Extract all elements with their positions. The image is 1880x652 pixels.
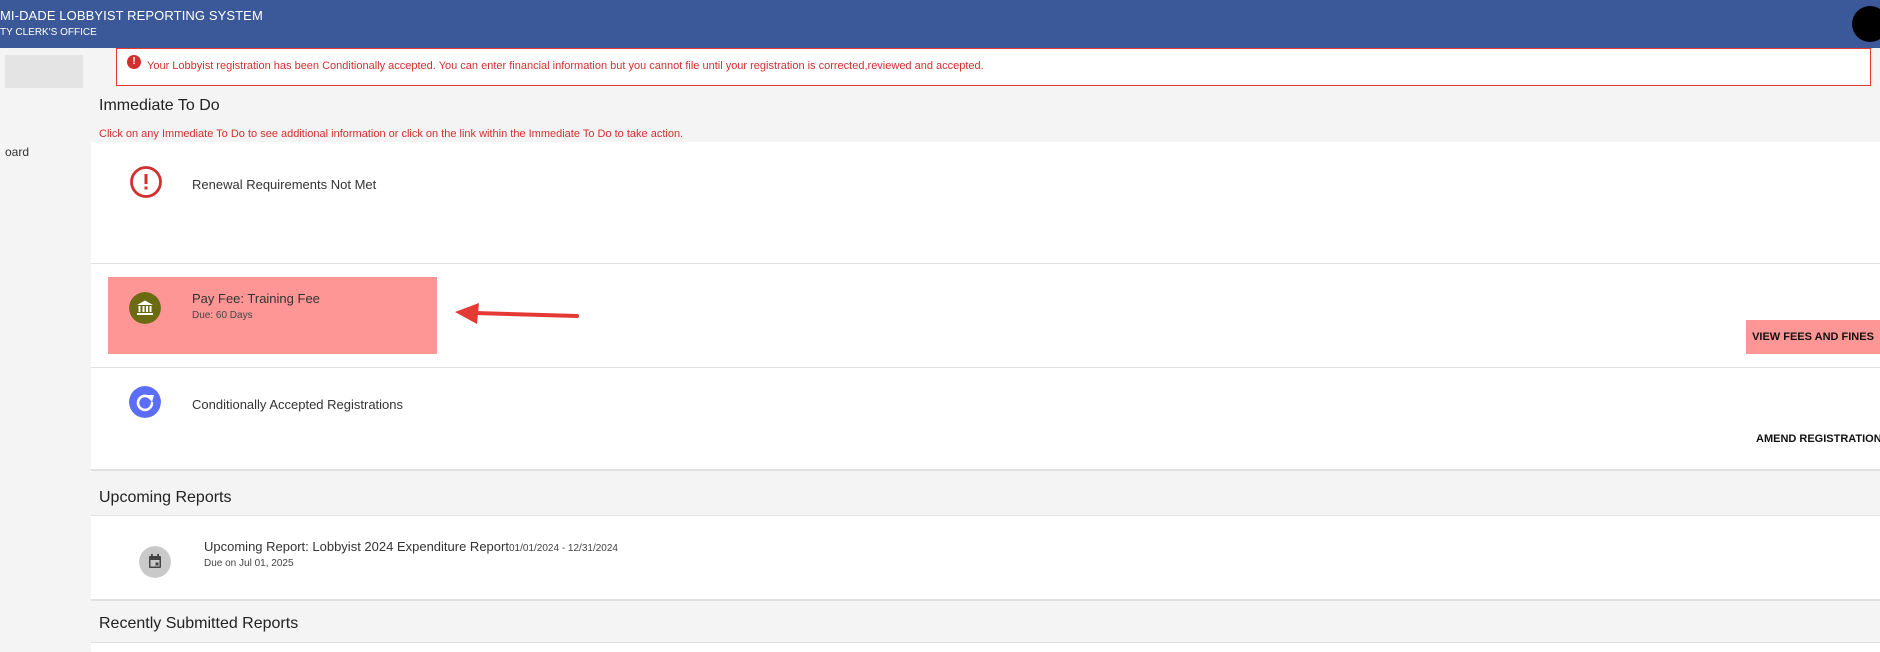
upcoming-reports-heading: Upcoming Reports [99, 489, 232, 506]
sidebar: oard [5, 48, 91, 652]
calendar-icon [139, 546, 171, 578]
view-fees-and-fines-button[interactable]: VIEW FEES AND FINES [1746, 320, 1880, 354]
app-header: MI-DADE LOBBYIST REPORTING SYSTEM TY CLE… [0, 0, 1880, 48]
redo-arrow-icon [129, 386, 161, 418]
upcoming-report-due: Due on Jul 01, 2025 [204, 558, 294, 569]
todo-item-title: Conditionally Accepted Registrations [192, 397, 404, 412]
warning-circle-icon [130, 166, 162, 198]
upcoming-report-title: Upcoming Report: Lobbyist 2024 Expenditu… [204, 539, 509, 554]
annotation-arrow-icon [455, 303, 579, 324]
registration-alert: ! Your Lobbyist registration has been Co… [116, 48, 1871, 86]
alert-text: Your Lobbyist registration has been Cond… [147, 60, 984, 72]
todo-item-due: Due: 60 Days [192, 310, 253, 321]
upcoming-report-date-range: 01/01/2024 - 12/31/2024 [509, 543, 618, 554]
error-icon: ! [127, 55, 141, 69]
sidebar-item-active[interactable] [5, 55, 83, 88]
todo-item-renewal[interactable]: Renewal Requirements Not Met [91, 142, 1880, 264]
app-title: MI-DADE LOBBYIST REPORTING SYSTEM [0, 8, 263, 23]
immediate-todo-heading: Immediate To Do [99, 97, 220, 114]
amend-registration-button[interactable]: AMEND REGISTRATION [1756, 433, 1880, 445]
todo-item-title: Renewal Requirements Not Met [192, 177, 377, 192]
todo-item-conditional-registration[interactable]: Conditionally Accepted Registrations [91, 368, 1880, 471]
bank-icon [129, 292, 161, 324]
recently-submitted-list [91, 642, 1880, 652]
user-avatar[interactable] [1852, 6, 1880, 42]
upcoming-report-item[interactable]: Upcoming Report: Lobbyist 2024 Expenditu… [91, 515, 1880, 601]
recently-submitted-heading: Recently Submitted Reports [99, 615, 299, 632]
main-content: ! Your Lobbyist registration has been Co… [91, 48, 1880, 652]
sidebar-item-dashboard[interactable]: oard [5, 145, 29, 159]
todo-item-title: Pay Fee: Training Fee [192, 291, 320, 306]
immediate-todo-instructions: Click on any Immediate To Do to see addi… [99, 128, 684, 140]
app-subtitle: TY CLERK'S OFFICE [0, 27, 97, 38]
